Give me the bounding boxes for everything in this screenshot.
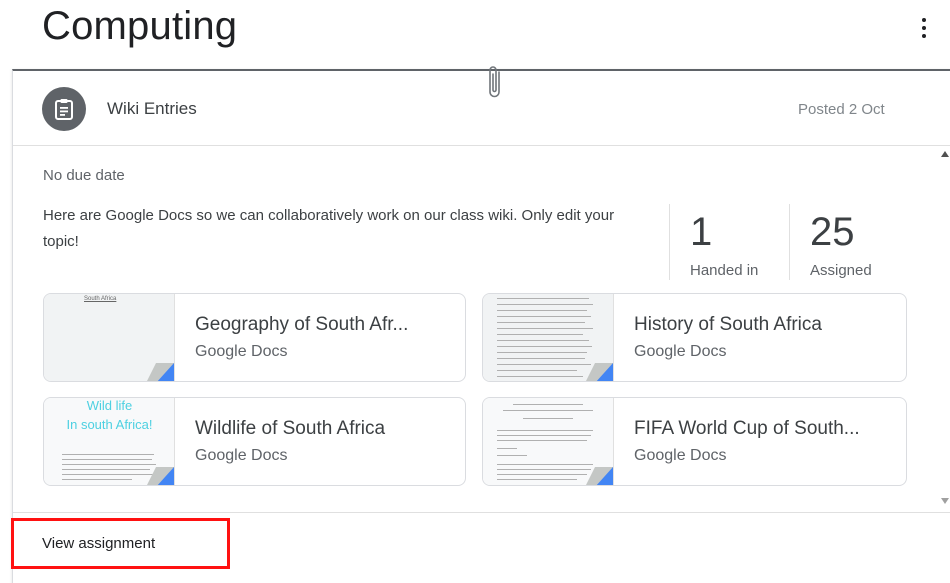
google-docs-corner-icon — [586, 467, 613, 485]
card-header[interactable]: Wiki Entries Posted 2 Oct — [13, 71, 950, 146]
doc-thumbnail: South Africa — [44, 294, 175, 381]
doc-thumbnail — [483, 398, 614, 485]
attachment-title: History of South Africa — [634, 314, 822, 335]
assignment-body: No due date Here are Google Docs so we c… — [13, 147, 950, 512]
scroll-up-arrow-icon[interactable] — [941, 151, 949, 157]
more-options-button[interactable] — [914, 14, 934, 42]
attachment-type: Google Docs — [634, 447, 727, 464]
card-footer: View assignment — [11, 512, 950, 583]
thumb-subheading: In south Africa! — [66, 417, 153, 432]
attachment-fifa[interactable]: FIFA World Cup of South... Google Docs — [482, 397, 907, 486]
attachment-geography[interactable]: South Africa Geography of South Afr... G… — [43, 293, 466, 382]
thumb-heading: South Africa — [84, 296, 117, 302]
more-vert-icon — [922, 18, 926, 22]
thumb-heading: Wild life — [86, 398, 133, 413]
posted-date: Posted 2 Oct — [798, 101, 885, 118]
paperclip-icon — [489, 66, 500, 98]
assignment-icon — [42, 87, 86, 131]
attachment-type: Google Docs — [195, 343, 288, 360]
doc-thumbnail: Wild life In south Africa! — [44, 398, 175, 485]
page-title: Computing — [42, 4, 238, 48]
assigned-count: 25 — [810, 210, 855, 254]
attachment-history[interactable]: History of South Africa Google Docs — [482, 293, 907, 382]
due-date: No due date — [43, 167, 125, 184]
google-docs-corner-icon — [586, 363, 613, 381]
assigned-stat[interactable]: 25 Assigned — [789, 204, 909, 280]
google-docs-corner-icon — [147, 363, 174, 381]
body-scrollbar[interactable] — [939, 147, 950, 512]
assignment-description: Here are Google Docs so we can collabora… — [43, 207, 615, 250]
attachment-title: Wildlife of South Africa — [195, 418, 386, 439]
doc-thumbnail — [483, 294, 614, 381]
attachment-type: Google Docs — [195, 447, 288, 464]
attachment-title: Geography of South Afr... — [195, 314, 409, 335]
attachment-type: Google Docs — [634, 343, 727, 360]
view-assignment-link[interactable]: View assignment — [11, 518, 230, 569]
handed-in-label: Handed in — [690, 262, 759, 279]
assigned-label: Assigned — [810, 262, 872, 279]
attachment-wildlife[interactable]: Wild life In south Africa! Wildlife of S… — [43, 397, 466, 486]
handed-in-stat[interactable]: 1 Handed in — [669, 204, 789, 280]
attachment-title: FIFA World Cup of South... — [634, 418, 860, 439]
google-docs-corner-icon — [147, 467, 174, 485]
scroll-down-arrow-icon[interactable] — [941, 498, 949, 504]
assignment-title: Wiki Entries — [107, 99, 197, 118]
assignment-card: Wiki Entries Posted 2 Oct No due date He… — [11, 69, 950, 583]
handed-in-count: 1 — [690, 210, 713, 254]
